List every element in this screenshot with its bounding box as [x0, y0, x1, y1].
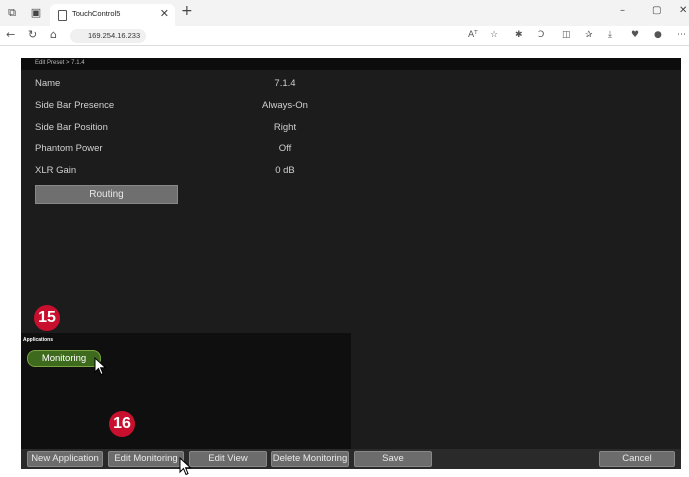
- callout-badge: 16: [109, 411, 135, 437]
- property-value[interactable]: Always-On: [235, 100, 335, 111]
- split-screen-icon[interactable]: ◫: [562, 30, 571, 40]
- restore-icon[interactable]: ▢: [652, 5, 661, 16]
- property-row-side-bar-position[interactable]: Side Bar Position Right: [35, 122, 325, 138]
- refresh-icon[interactable]: ↻: [28, 28, 37, 41]
- property-label: Name: [35, 78, 61, 89]
- bottom-action-bar: New Application Edit Monitoring Edit Vie…: [21, 449, 681, 469]
- close-window-icon[interactable]: ✕: [679, 5, 687, 16]
- downloads-icon[interactable]: ⤓: [608, 30, 612, 40]
- more-icon[interactable]: ⋯: [677, 30, 686, 40]
- edit-preset-panel: Edit Preset > 7.1.4 Name 7.1.4 Side Bar …: [21, 58, 681, 469]
- browser-essentials-icon[interactable]: ♥: [631, 30, 639, 40]
- mouse-pointer-icon: [94, 357, 107, 376]
- property-row-side-bar-presence[interactable]: Side Bar Presence Always-On: [35, 100, 325, 116]
- copilot-icon[interactable]: Ↄ: [538, 30, 544, 40]
- minimize-icon[interactable]: –: [620, 5, 625, 16]
- callout-badge: 15: [34, 305, 60, 331]
- read-aloud-icon[interactable]: Aᵀ: [468, 30, 478, 40]
- workspaces-icon[interactable]: ⧉: [6, 7, 18, 19]
- applications-label: Applications: [23, 337, 54, 343]
- browser-tab-bar: ⧉ ▣ TouchControl5 ✕ + – ▢ ✕: [0, 0, 689, 26]
- monitoring-application-button[interactable]: Monitoring: [27, 350, 101, 367]
- edit-view-button[interactable]: Edit View: [189, 451, 267, 467]
- property-label: Phantom Power: [35, 143, 103, 154]
- new-tab-icon[interactable]: +: [181, 3, 193, 19]
- url-text: 169.254.16.233: [88, 31, 141, 40]
- back-icon[interactable]: ←: [6, 28, 15, 41]
- mouse-pointer-icon: [179, 457, 192, 476]
- breadcrumb: Edit Preset > 7.1.4: [35, 60, 85, 66]
- favorites-icon[interactable]: ✰: [585, 30, 593, 40]
- tab-actions-icon[interactable]: ▣: [30, 7, 42, 19]
- property-label: Side Bar Presence: [35, 100, 115, 111]
- property-value[interactable]: Right: [235, 122, 335, 133]
- delete-monitoring-button[interactable]: Delete Monitoring: [271, 451, 349, 467]
- property-value[interactable]: 0 dB: [235, 165, 335, 176]
- panel-header: Edit Preset > 7.1.4: [21, 58, 681, 70]
- edit-monitoring-button[interactable]: Edit Monitoring: [108, 451, 184, 467]
- property-row-xlr-gain[interactable]: XLR Gain 0 dB: [35, 165, 325, 181]
- close-tab-icon[interactable]: ✕: [160, 7, 169, 20]
- routing-button[interactable]: Routing: [35, 185, 178, 204]
- home-icon[interactable]: ⌂: [50, 28, 57, 41]
- property-value[interactable]: Off: [235, 143, 335, 154]
- cancel-button[interactable]: Cancel: [599, 451, 675, 467]
- property-label: XLR Gain: [35, 165, 77, 176]
- applications-panel: Applications Monitoring: [21, 333, 351, 449]
- property-label: Side Bar Position: [35, 122, 108, 133]
- tab-title: TouchControl5: [72, 9, 121, 18]
- property-row-name[interactable]: Name 7.1.4: [35, 78, 325, 94]
- extension-icon[interactable]: ✱: [515, 30, 523, 40]
- profile-icon[interactable]: ●: [654, 30, 662, 40]
- new-application-button[interactable]: New Application: [27, 451, 103, 467]
- page-icon: [58, 10, 67, 21]
- property-value[interactable]: 7.1.4: [235, 78, 335, 89]
- browser-tab[interactable]: TouchControl5 ✕: [50, 4, 175, 26]
- save-button[interactable]: Save: [354, 451, 432, 467]
- address-bar: ← ↻ ⌂ 169.254.16.233 Aᵀ ☆ ✱ Ↄ ◫ ✰ ⤓ ♥ ● …: [0, 26, 689, 46]
- favorite-icon[interactable]: ☆: [490, 30, 498, 40]
- property-row-phantom-power[interactable]: Phantom Power Off: [35, 143, 325, 159]
